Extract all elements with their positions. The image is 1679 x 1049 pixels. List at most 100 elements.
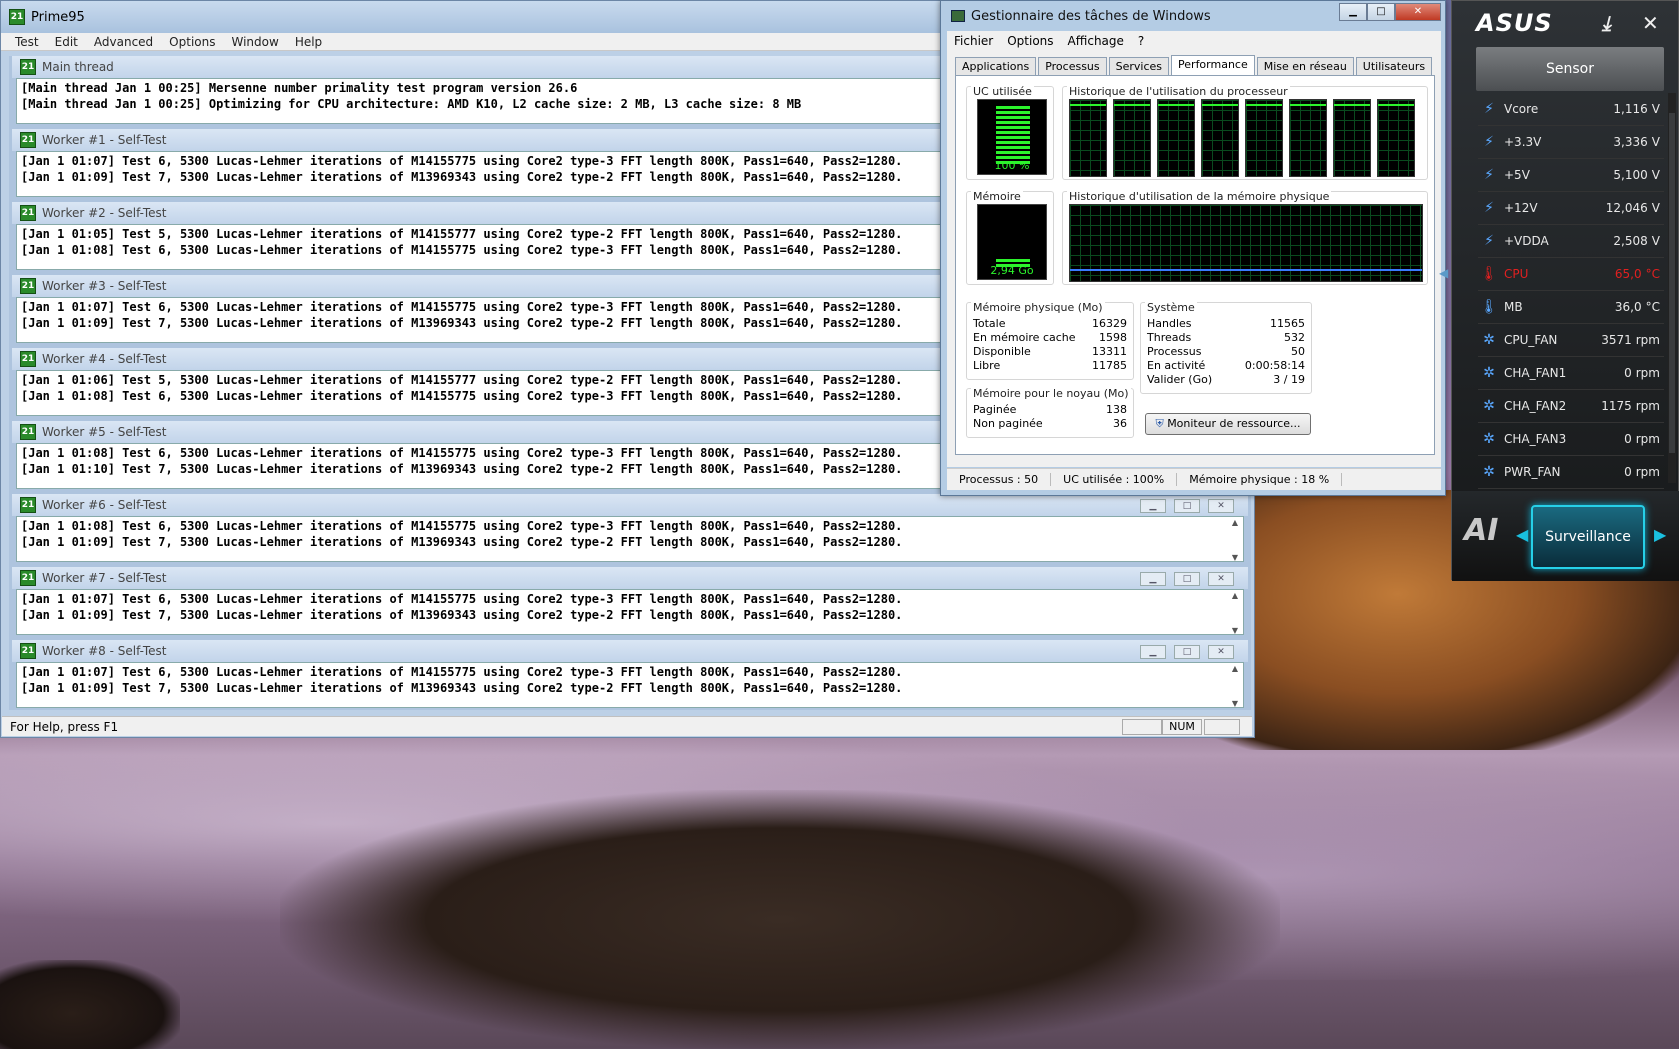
menu-item-window[interactable]: Window — [223, 35, 286, 49]
minimize-button[interactable]: ▁ — [1140, 645, 1166, 659]
asus-header: ASUS ⤓ ✕ — [1452, 1, 1678, 45]
download-icon[interactable]: ⤓ — [1602, 11, 1612, 35]
tm-menu-item[interactable]: Fichier — [947, 34, 1000, 48]
tm-menu-item[interactable]: Options — [1000, 34, 1060, 48]
menu-item-options[interactable]: Options — [161, 35, 223, 49]
tab-mise-en-réseau[interactable]: Mise en réseau — [1256, 57, 1354, 76]
worker-app-icon: 21 — [20, 278, 36, 294]
kv-key: Totale — [973, 317, 1006, 330]
menu-item-help[interactable]: Help — [287, 35, 330, 49]
sensor-row[interactable]: ✲ CHA_FAN3 0 rpm — [1478, 423, 1664, 456]
sensor-row[interactable]: 🌡 MB 36,0 °C — [1478, 291, 1664, 324]
status-cell — [1122, 719, 1162, 735]
tab-processus[interactable]: Processus — [1038, 57, 1107, 76]
cpu-core-line — [1378, 104, 1414, 106]
close-button[interactable]: ✕ — [1208, 499, 1234, 513]
tab-applications[interactable]: Applications — [955, 57, 1037, 76]
log-scrollbar[interactable]: ▲ ▼ — [1228, 664, 1242, 708]
menu-item-advanced[interactable]: Advanced — [86, 35, 161, 49]
tab-performance[interactable]: Performance — [1171, 55, 1255, 76]
kv-key: En activité — [1147, 359, 1206, 372]
system-label: Système — [1145, 301, 1197, 314]
cpu-usage-label: UC utilisée — [971, 85, 1034, 98]
asus-sensor-window[interactable]: ASUS ⤓ ✕ Sensor ⚡ Vcore 1,116 V ⚡ +3.3V 3,336 V… — [1439, 0, 1679, 581]
kv-key: Paginée — [973, 403, 1017, 416]
scroll-down-icon[interactable]: ▼ — [1232, 699, 1238, 708]
tab-utilisateurs[interactable]: Utilisateurs — [1355, 57, 1433, 76]
memory-history-label: Historique d'utilisation de la mémoire p… — [1067, 190, 1332, 203]
tm-menu-item[interactable]: ? — [1131, 34, 1151, 48]
surveillance-button[interactable]: Surveillance — [1531, 505, 1645, 569]
kv-row: Processus 50 — [1147, 345, 1305, 359]
scroll-down-icon[interactable]: ▼ — [1232, 553, 1238, 562]
worker-titlebar[interactable]: 21 Worker #7 - Self-Test — [12, 567, 1248, 589]
sensor-row[interactable]: 🌡 CPU 65,0 °C — [1478, 258, 1664, 291]
restore-button[interactable]: □ — [1174, 645, 1200, 659]
worker-window[interactable]: 21 Worker #8 - Self-Test [Jan 1 01:07] Tes… — [12, 640, 1248, 710]
task-manager-icon — [951, 10, 965, 22]
prev-arrow-icon[interactable]: ◀ — [1516, 525, 1528, 544]
kv-row: Threads 532 — [1147, 331, 1305, 345]
maximize-button[interactable]: □ — [1367, 3, 1395, 21]
sensor-row[interactable]: ⚡ Vcore 1,116 V — [1478, 93, 1664, 126]
menu-item-edit[interactable]: Edit — [47, 35, 86, 49]
thermometer-icon: 🌡 — [1480, 299, 1498, 315]
scroll-up-icon[interactable]: ▲ — [1232, 518, 1238, 527]
resource-monitor-label: Moniteur de ressource... — [1167, 417, 1301, 430]
sensor-row[interactable]: ✲ CHA_FAN2 1175 rpm — [1478, 390, 1664, 423]
sensor-name: Vcore — [1504, 102, 1539, 116]
sensor-row[interactable]: ⚡ +5V 5,100 V — [1478, 159, 1664, 192]
sensor-row[interactable]: ⚡ +3.3V 3,336 V — [1478, 126, 1664, 159]
fan-icon: ✲ — [1483, 365, 1495, 381]
log-scrollbar[interactable]: ▲ ▼ — [1228, 591, 1242, 635]
asus-logo: ASUS — [1476, 9, 1553, 37]
log-scrollbar[interactable]: ▲ ▼ — [1228, 518, 1242, 562]
minimize-button[interactable]: ▁ — [1339, 3, 1367, 21]
bolt-icon: ⚡ — [1484, 101, 1494, 117]
sensor-row[interactable]: ✲ CPU_FAN 3571 rpm — [1478, 324, 1664, 357]
close-button[interactable]: ✕ — [1208, 645, 1234, 659]
memory-history-graph — [1069, 204, 1423, 282]
worker-window[interactable]: 21 Worker #6 - Self-Test [Jan 1 01:08] Tes… — [12, 494, 1248, 564]
kv-row: Totale 16329 — [973, 317, 1127, 331]
status-cell: Processus : 50 — [947, 473, 1052, 486]
minimize-button[interactable]: ▁ — [1140, 572, 1166, 586]
scrollbar-thumb[interactable] — [1669, 113, 1675, 453]
kv-key: En mémoire cache — [973, 331, 1076, 344]
sensor-row[interactable]: ⚡ +12V 12,046 V — [1478, 192, 1664, 225]
close-icon[interactable]: ✕ — [1642, 11, 1660, 35]
task-manager-statusbar: Processus : 50 UC utilisée : 100% Mémoire … — [947, 468, 1441, 490]
worker-window[interactable]: 21 Worker #7 - Self-Test [Jan 1 01:07] Tes… — [12, 567, 1248, 637]
scroll-down-icon[interactable]: ▼ — [1232, 626, 1238, 635]
kv-row: Paginée 138 — [973, 403, 1127, 417]
worker-titlebar[interactable]: 21 Worker #6 - Self-Test — [12, 494, 1248, 516]
next-arrow-icon[interactable]: ▶ — [1654, 525, 1666, 544]
task-manager-window[interactable]: Gestionnaire des tâches de Windows ▁ □ ✕… — [940, 0, 1446, 496]
close-button[interactable]: ✕ — [1395, 3, 1441, 21]
sensor-name: PWR_FAN — [1504, 465, 1561, 479]
restore-button[interactable]: □ — [1174, 499, 1200, 513]
scroll-up-icon[interactable]: ▲ — [1232, 664, 1238, 673]
close-button[interactable]: ✕ — [1208, 572, 1234, 586]
sensor-panel-title: Sensor — [1476, 47, 1664, 91]
worker-title: Worker #2 - Self-Test — [42, 206, 167, 220]
log-line: [Jan 1 01:07] Test 6, 5300 Lucas-Lehmer … — [21, 665, 903, 679]
scroll-up-icon[interactable]: ▲ — [1232, 591, 1238, 600]
sensor-row[interactable]: ✲ CHA_FAN1 0 rpm — [1478, 357, 1664, 390]
worker-title: Worker #4 - Self-Test — [42, 352, 167, 366]
tab-services[interactable]: Services — [1108, 57, 1170, 76]
sensor-name: MB — [1504, 300, 1523, 314]
worker-titlebar[interactable]: 21 Worker #8 - Self-Test — [12, 640, 1248, 662]
sensor-value: 1,116 — [1613, 102, 1648, 116]
resource-monitor-button[interactable]: ⛨ Moniteur de ressource... — [1145, 413, 1311, 435]
sensor-row[interactable]: ⚡ +VDDA 2,508 V — [1478, 225, 1664, 258]
menu-item-test[interactable]: Test — [7, 35, 47, 49]
sensor-row[interactable]: ✲ PWR_FAN 0 rpm — [1478, 456, 1664, 489]
tm-menu-item[interactable]: Affichage — [1061, 34, 1131, 48]
sensor-scrollbar[interactable] — [1668, 93, 1676, 483]
minimize-button[interactable]: ▁ — [1140, 499, 1166, 513]
log-line: [Jan 1 01:07] Test 6, 5300 Lucas-Lehmer … — [21, 592, 903, 606]
caret-left-icon[interactable]: ◀ — [1439, 266, 1448, 280]
restore-button[interactable]: □ — [1174, 572, 1200, 586]
sensor-value: 5,100 — [1613, 168, 1648, 182]
